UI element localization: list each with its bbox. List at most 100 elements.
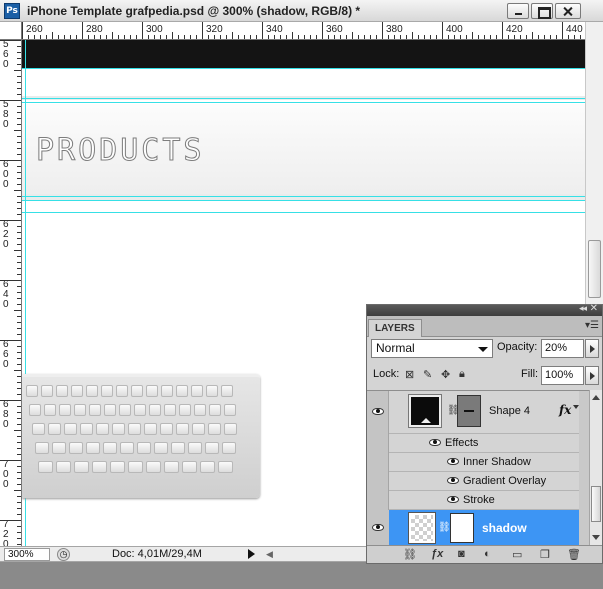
- lock-position-move-icon[interactable]: ✥: [441, 368, 450, 381]
- horizontal-ruler[interactable]: 260 280 300 320 340 360 380 400 420 440: [22, 22, 585, 40]
- ruler-tick: [17, 436, 21, 437]
- ruler-label: 640: [3, 279, 9, 310]
- guide-line: [22, 196, 585, 197]
- keyboard-key: [224, 404, 236, 416]
- title-bar: Ps iPhone Template grafpedia.psd @ 300% …: [0, 0, 603, 22]
- ruler-tick: [484, 35, 485, 39]
- ruler-tick: [22, 22, 23, 39]
- ruler-tick: [17, 544, 21, 545]
- visibility-eye-icon[interactable]: [372, 408, 384, 415]
- lock-transparency-icon[interactable]: ⊠: [405, 368, 414, 381]
- ruler-label: 320: [206, 24, 223, 35]
- panel-title-bar[interactable]: ◂◂ ✕: [367, 303, 602, 316]
- ruler-tick: [430, 35, 431, 39]
- layer-row-shape-4[interactable]: ⛓ Shape 4 fx: [389, 391, 579, 434]
- keyboard-key: [191, 385, 203, 397]
- effects-label: Effects: [445, 437, 479, 449]
- minimize-button[interactable]: [507, 3, 529, 19]
- close-panel-icon[interactable]: ✕: [590, 303, 598, 314]
- expand-effects-caret-icon[interactable]: [573, 405, 579, 409]
- panel-menu-icon[interactable]: ▾☰: [585, 320, 599, 331]
- keyboard-key: [209, 404, 221, 416]
- ruler-origin[interactable]: [0, 22, 22, 40]
- lock-image-brush-icon[interactable]: ✎: [423, 368, 432, 381]
- ruler-tick: [17, 406, 21, 407]
- link-chain-icon[interactable]: ⛓: [438, 522, 451, 533]
- visibility-eye-icon[interactable]: [372, 524, 384, 531]
- ruler-tick: [280, 35, 281, 39]
- adjustment-layer-icon[interactable]: ◐: [484, 548, 491, 560]
- scrollbar-thumb[interactable]: [591, 486, 601, 522]
- visibility-eye-icon[interactable]: [429, 439, 441, 446]
- ruler-tick: [0, 40, 21, 41]
- ruler-tick: [556, 35, 557, 39]
- ruler-tick: [17, 202, 21, 203]
- ruler-tick: [94, 35, 95, 39]
- keyboard-key: [38, 461, 53, 473]
- ruler-label: 600: [3, 159, 9, 190]
- add-mask-icon[interactable]: ◙: [458, 548, 465, 560]
- layer-mask-thumbnail[interactable]: [450, 513, 474, 543]
- scroll-left-arrow-icon[interactable]: ◀: [266, 549, 273, 560]
- vector-mask-thumbnail[interactable]: [457, 395, 481, 427]
- delete-layer-trash-icon[interactable]: 🗑︎: [567, 548, 581, 561]
- blend-mode-select[interactable]: Normal: [371, 339, 493, 358]
- tab-layers[interactable]: LAYERS: [368, 319, 422, 337]
- maximize-button[interactable]: [531, 3, 553, 19]
- ruler-tick: [17, 346, 21, 347]
- visibility-eye-icon[interactable]: [447, 477, 459, 484]
- vertical-ruler[interactable]: 560 580 600 620 640 660 680 700 720: [0, 40, 22, 546]
- zoom-level-field[interactable]: 300%: [4, 548, 50, 561]
- fill-label: Fill:: [521, 368, 539, 380]
- ruler-tick: [17, 136, 21, 137]
- layer-effects-fx-icon[interactable]: fx: [559, 403, 571, 417]
- scroll-up-arrow-icon[interactable]: [592, 395, 600, 400]
- opacity-slider-toggle[interactable]: [585, 339, 599, 358]
- fill-slider-toggle[interactable]: [585, 366, 599, 385]
- ruler-tick: [0, 460, 21, 461]
- layers-list[interactable]: ⛓ Shape 4 fx Effects Inner Shadow Gradie…: [367, 390, 602, 545]
- ruler-tick: [17, 118, 21, 119]
- effects-group-row[interactable]: Effects: [389, 434, 579, 453]
- scrollbar-thumb[interactable]: [588, 240, 601, 298]
- lock-all-icon[interactable]: 🔒︎: [459, 368, 465, 381]
- ruler-tick: [232, 32, 233, 39]
- keyboard-key: [69, 442, 83, 454]
- ruler-tick: [304, 35, 305, 39]
- ruler-tick: [118, 35, 119, 39]
- opacity-input[interactable]: 20%: [541, 339, 584, 358]
- ruler-tick: [148, 35, 149, 39]
- effect-row-gradient-overlay[interactable]: Gradient Overlay: [389, 472, 579, 491]
- scroll-down-arrow-icon[interactable]: [592, 535, 600, 540]
- add-layer-style-icon[interactable]: ƒx: [431, 548, 443, 560]
- keyboard-key: [188, 442, 202, 454]
- effect-row-inner-shadow[interactable]: Inner Shadow: [389, 453, 579, 472]
- new-layer-icon[interactable]: ❐: [540, 548, 550, 561]
- ruler-tick: [418, 35, 419, 39]
- ruler-tick: [274, 35, 275, 39]
- ruler-tick: [454, 35, 455, 39]
- new-group-folder-icon[interactable]: ▭: [512, 548, 522, 561]
- collapse-panel-icon[interactable]: ◂◂: [579, 303, 587, 314]
- status-menu-arrow-icon[interactable]: [248, 549, 255, 559]
- layer-row-shadow-selected[interactable]: ⛓ shadow: [389, 510, 579, 545]
- ruler-tick: [406, 35, 407, 39]
- keyboard-key: [64, 423, 77, 435]
- close-button[interactable]: [555, 3, 581, 19]
- ruler-tick: [64, 35, 65, 39]
- keyboard-key: [56, 385, 68, 397]
- effect-row-stroke[interactable]: Stroke: [389, 491, 579, 510]
- ruler-label: 700: [3, 459, 9, 490]
- visibility-eye-icon[interactable]: [447, 496, 459, 503]
- ruler-tick: [17, 64, 21, 65]
- keyboard-key: [160, 423, 173, 435]
- ruler-tick: [496, 35, 497, 39]
- layers-list-scrollbar[interactable]: [589, 390, 602, 545]
- fill-input[interactable]: 100%: [541, 366, 584, 385]
- visibility-eye-icon[interactable]: [447, 458, 459, 465]
- ruler-tick: [124, 35, 125, 39]
- ruler-tick: [160, 35, 161, 39]
- ruler-tick: [17, 364, 21, 365]
- status-info-icon[interactable]: ◷: [57, 548, 70, 561]
- link-layers-icon[interactable]: ⛓: [403, 548, 417, 561]
